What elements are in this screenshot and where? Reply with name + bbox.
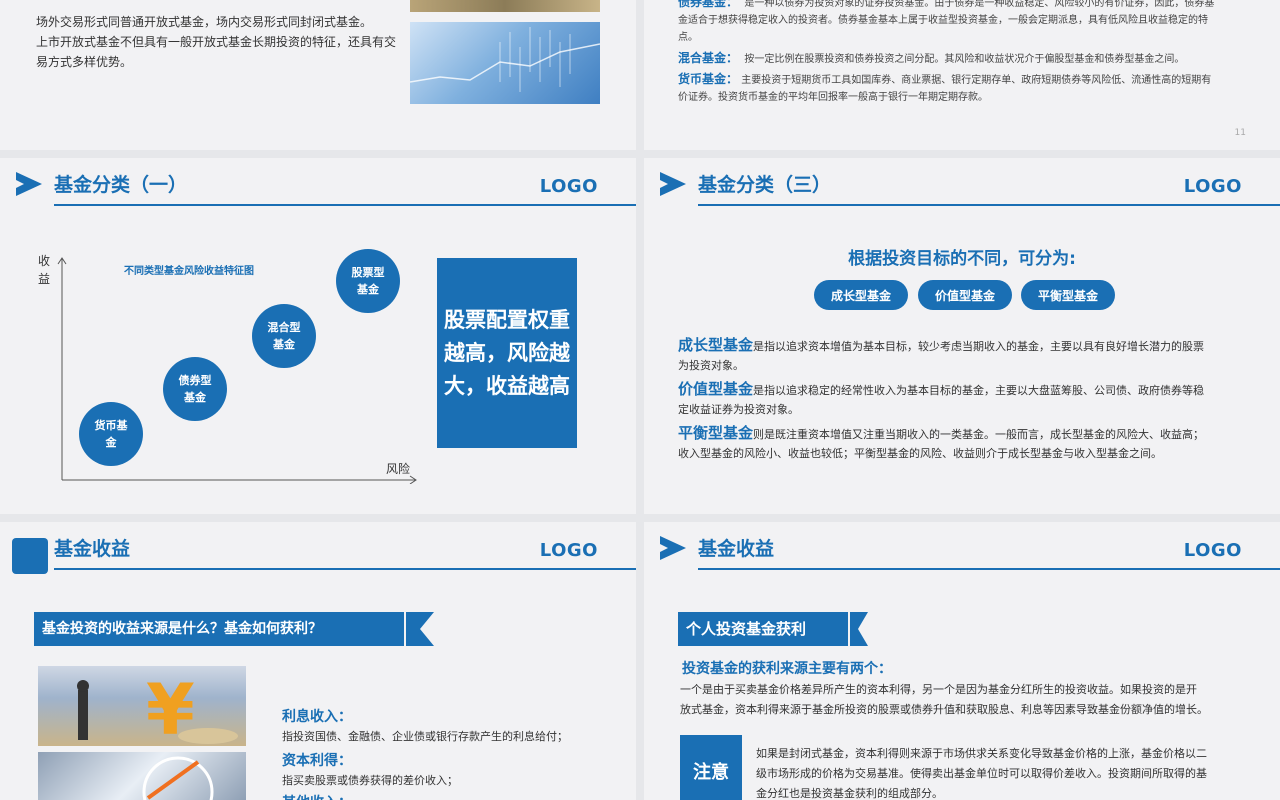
arrow-icon xyxy=(660,172,686,196)
clock-graphic xyxy=(142,756,214,800)
growth-fund-paragraph: 成长型基金是指以追求资本增值为基本目标，较少考虑当期收入的基金，主要以具有良好增… xyxy=(678,336,1205,372)
mixed-fund-paragraph: 混合基金： 按一定比例在股票投资和债券投资之间分配。其风险和收益状况介于偏股型基… xyxy=(678,51,1185,65)
slide-title: 基金分类（三） xyxy=(698,174,832,196)
coins-photo xyxy=(410,0,600,12)
circle-mixed-fund: 混合型 基金 xyxy=(252,304,316,368)
stock-chart-photo xyxy=(410,22,600,104)
header-divider xyxy=(698,204,1280,206)
slide-title: 基金收益 xyxy=(698,538,775,560)
logo: LOGO xyxy=(1183,540,1242,561)
logo: LOGO xyxy=(539,540,598,561)
other-label: 其他收入： xyxy=(282,792,352,800)
interest-label: 利息收入： xyxy=(282,709,352,725)
profit-paragraph: 一个是由于买卖基金价格差异所产生的资本利得，另一个是因为基金分红所生的投资收益。… xyxy=(680,683,1208,716)
circle-stock-fund: 股票型 基金 xyxy=(336,249,400,313)
yuan-symbol-photo: ¥ xyxy=(38,666,246,746)
stock-chart-graphic xyxy=(410,27,600,92)
question-banner: 基金投资的收益来源是什么？基金如何获利？ xyxy=(34,612,404,646)
note-paragraph: 如果是封闭式基金，资本利得则来源于市场供求关系变化导致基金价格的上涨，基金价格以… xyxy=(756,747,1207,800)
header-divider xyxy=(54,204,636,206)
profit-heading: 投资基金的获利来源主要有两个： xyxy=(682,661,892,677)
slide-fund-classification-1[interactable]: 基金分类（一） LOGO 收益 风险 不同类型基金风险收益特征图 股票型 基金 混… xyxy=(0,158,636,514)
slide1-text: 场外交易形式同普通开放式基金，场内交易形式同封闭式基金。 上市开放式基金不但具有… xyxy=(36,15,397,69)
pill-growth-fund[interactable]: 成长型基金 xyxy=(814,280,908,310)
logo: LOGO xyxy=(539,176,598,197)
square-icon xyxy=(12,538,48,574)
banner-tail xyxy=(406,612,434,646)
slide-title: 基金收益 xyxy=(54,538,131,560)
slide-fund-classification-3[interactable]: 基金分类（三） LOGO 根据投资目标的不同，可分为: 成长型基金 价值型基金 … xyxy=(644,158,1280,514)
header-divider xyxy=(698,568,1280,570)
arrow-icon xyxy=(16,172,42,196)
money-fund-paragraph: 货币基金： 主要投资于短期货币工具如国库券、商业票据、银行定期存单、政府短期债券… xyxy=(678,72,1212,103)
pill-value-fund[interactable]: 价值型基金 xyxy=(918,280,1012,310)
banner-tail xyxy=(850,612,868,646)
logo: LOGO xyxy=(1183,176,1242,197)
slide-listed-open-fund[interactable]: 场外交易形式同普通开放式基金，场内交易形式同封闭式基金。 上市开放式基金不但具有… xyxy=(0,0,636,150)
note-badge: 注意 xyxy=(680,735,742,800)
arrow-icon xyxy=(660,536,686,560)
yuan-graphic: ¥ xyxy=(77,669,238,746)
interest-text: 指投资国债、金融债、企业债或银行存款产生的利息给付； xyxy=(282,730,568,743)
slide-fund-types-detail[interactable]: 债券基金： 是一种以债券为投资对象的证券投资基金。由于债券是一种收益稳定、风险较… xyxy=(644,0,1280,150)
circle-bond-fund: 债券型 基金 xyxy=(163,357,227,421)
clock-arrow-photo xyxy=(38,752,246,800)
capital-text: 指买卖股票或债券获得的差价收入； xyxy=(282,774,458,787)
profit-banner: 个人投资基金获利 xyxy=(678,612,848,646)
y-axis-label: 收益 xyxy=(38,254,51,286)
pill-balanced-fund[interactable]: 平衡型基金 xyxy=(1021,280,1115,310)
chart-title: 不同类型基金风险收益特征图 xyxy=(124,266,254,277)
page-number: 11 xyxy=(1234,128,1246,138)
section-heading: 根据投资目标的不同，可分为: xyxy=(848,249,1076,269)
value-fund-paragraph: 价值型基金是指以追求稳定的经常性收入为基本目标的基金，主要以大盘蓝筹股、公司债、… xyxy=(678,380,1205,416)
header-divider xyxy=(54,568,636,570)
slide-fund-returns-1[interactable]: 基金收益 LOGO 基金投资的收益来源是什么？基金如何获利？ ¥ 利息收入： 指… xyxy=(0,522,636,800)
capital-label: 资本利得： xyxy=(282,753,352,769)
conclusion-box: 股票配置权重 越高，风险越 大，收益越高 xyxy=(437,258,577,448)
slide-title: 基金分类（一） xyxy=(54,174,188,196)
balanced-fund-paragraph: 平衡型基金则是既注重资本增值又注重当期收入的一类基金。一般而言，成长型基金的风险… xyxy=(678,424,1205,460)
bond-fund-paragraph: 债券基金： 是一种以债券为投资对象的证券投资基金。由于债券是一种收益稳定、风险较… xyxy=(678,0,1215,43)
slide-fund-returns-2[interactable]: 基金收益 LOGO 个人投资基金获利 投资基金的获利来源主要有两个： 一个是由于… xyxy=(644,522,1280,800)
circle-money-fund: 货币基金 xyxy=(79,402,143,466)
